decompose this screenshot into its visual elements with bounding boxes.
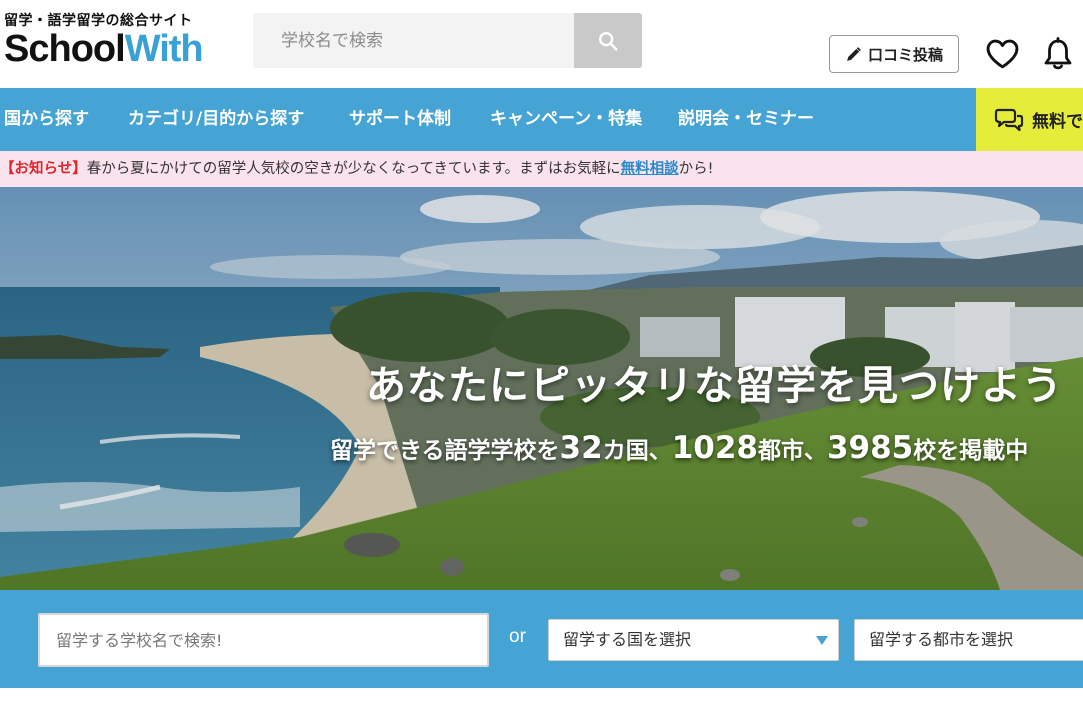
hero-sub-prefix: 留学できる語学学校を bbox=[330, 438, 560, 464]
nav-item-category[interactable]: カテゴリ/目的から探す bbox=[128, 88, 304, 151]
school-name-search-input[interactable] bbox=[38, 613, 489, 667]
header-search-button[interactable] bbox=[574, 13, 642, 68]
main-nav: 国から探す カテゴリ/目的から探す サポート体制 キャンペーン・特集 説明会・セ… bbox=[0, 88, 1083, 151]
free-consult-label: 無料で bbox=[1032, 112, 1083, 132]
caret-down-icon bbox=[816, 636, 828, 645]
chat-icon bbox=[994, 108, 1024, 131]
school-count: 3985 bbox=[826, 430, 914, 466]
hero-banner: あなたにピッタリな留学を見つけよう 留学できる語学学校を32カ国、1028都市、… bbox=[0, 187, 1083, 590]
notice-label: 【お知らせ】 bbox=[0, 161, 87, 177]
country-unit: カ国、 bbox=[602, 438, 672, 464]
hero-title: あなたにピッタリな留学を見つけよう bbox=[366, 363, 1063, 409]
notifications-button[interactable] bbox=[1040, 35, 1076, 73]
logo[interactable]: 留学・語学留学の総合サイト SchoolWith bbox=[4, 8, 234, 78]
nav-item-country[interactable]: 国から探す bbox=[4, 88, 89, 151]
pencil-icon bbox=[847, 46, 861, 61]
notice-text: 春から夏にかけての留学人気校の空きが少なくなってきています。まずはお気軽に bbox=[86, 161, 621, 177]
favorites-button[interactable] bbox=[984, 36, 1020, 72]
review-post-label: 口コミ投稿 bbox=[867, 45, 943, 64]
heart-icon bbox=[986, 39, 1018, 69]
city-unit: 都市、 bbox=[757, 438, 827, 464]
or-separator: or bbox=[509, 626, 526, 647]
bell-icon bbox=[1044, 37, 1072, 70]
country-count: 32 bbox=[559, 430, 603, 466]
country-select[interactable]: 留学する国を選択 bbox=[548, 619, 839, 661]
notice-bar: 【お知らせ】春から夏にかけての留学人気校の空きが少なくなってきています。まずはお… bbox=[0, 151, 1083, 187]
free-consult-link[interactable]: 無料相談 bbox=[621, 161, 679, 177]
city-count: 1028 bbox=[671, 430, 758, 466]
header-search bbox=[253, 13, 642, 68]
nav-item-campaign[interactable]: キャンペーン・特集 bbox=[490, 88, 642, 151]
school-unit: 校を掲載中 bbox=[913, 438, 1029, 464]
logo-wordmark: SchoolWith bbox=[4, 28, 204, 70]
notice-suffix: から! bbox=[678, 161, 714, 177]
logo-tagline: 留学・語学留学の総合サイト bbox=[4, 13, 193, 29]
review-post-button[interactable]: 口コミ投稿 bbox=[829, 35, 959, 73]
city-select-label: 留学する都市を選択 bbox=[869, 630, 1014, 649]
nav-item-seminar[interactable]: 説明会・セミナー bbox=[678, 88, 814, 151]
site-header: 留学・語学留学の総合サイト SchoolWith 口コミ投稿 bbox=[0, 0, 1083, 88]
nav-item-support[interactable]: サポート体制 bbox=[349, 88, 451, 151]
logo-school-text: School bbox=[4, 28, 126, 70]
hero-subtitle: 留学できる語学学校を32カ国、1028都市、3985校を掲載中 bbox=[330, 430, 1028, 466]
free-consult-button[interactable]: 無料で bbox=[976, 88, 1083, 151]
city-select[interactable]: 留学する都市を選択 bbox=[854, 619, 1083, 661]
logo-with-text: With bbox=[124, 28, 204, 70]
header-search-input[interactable] bbox=[253, 13, 574, 68]
country-select-label: 留学する国を選択 bbox=[563, 630, 692, 649]
page: 留学・語学留学の総合サイト SchoolWith 口コミ投稿 bbox=[0, 0, 1083, 720]
search-icon bbox=[599, 31, 618, 51]
school-search-band: or 留学する国を選択 留学する都市を選択 bbox=[0, 590, 1083, 688]
